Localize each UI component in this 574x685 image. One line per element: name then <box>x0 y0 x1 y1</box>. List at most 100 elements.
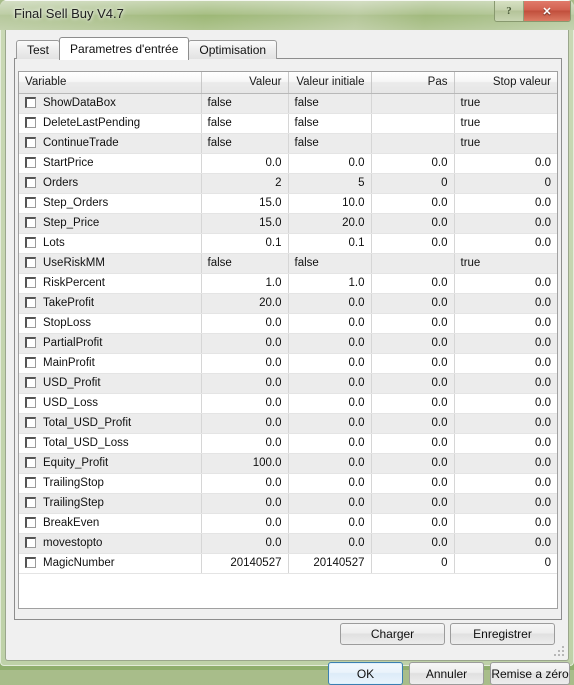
step-cell[interactable] <box>371 253 455 274</box>
value-cell[interactable]: 0.0 <box>201 153 289 174</box>
initial-value-cell[interactable]: 0.1 <box>288 233 372 254</box>
tab-optimisation[interactable]: Optimisation <box>188 40 278 59</box>
step-cell[interactable] <box>371 93 455 114</box>
initial-value-cell[interactable]: 0.0 <box>288 293 372 314</box>
optimize-checkbox[interactable] <box>25 376 36 388</box>
step-cell[interactable]: 0 <box>371 173 455 194</box>
value-cell[interactable]: 0.0 <box>201 513 289 534</box>
tab-parametres-d-entr-e[interactable]: Parametres d'entrée <box>59 37 190 60</box>
initial-value-cell[interactable]: 0.0 <box>288 353 372 374</box>
initial-value-cell[interactable]: 20.0 <box>288 213 372 234</box>
column-header-valeur[interactable]: Valeur <box>201 72 289 94</box>
reset-button[interactable]: Remise a zéro <box>490 662 570 685</box>
table-row[interactable]: RiskPercent 1.0 1.0 0.0 0.0 <box>19 273 557 294</box>
stop-value-cell[interactable]: 0.0 <box>454 153 557 174</box>
value-cell[interactable]: 1.0 <box>201 273 289 294</box>
value-cell[interactable]: 0.0 <box>201 313 289 334</box>
initial-value-cell[interactable]: 0.0 <box>288 453 372 474</box>
enregistrer-button[interactable]: Enregistrer <box>450 623 555 645</box>
value-cell[interactable]: 0.0 <box>201 473 289 494</box>
table-row[interactable]: MainProfit 0.0 0.0 0.0 0.0 <box>19 353 557 374</box>
initial-value-cell[interactable]: 0.0 <box>288 493 372 514</box>
table-row[interactable]: TrailingStop 0.0 0.0 0.0 0.0 <box>19 473 557 494</box>
optimize-checkbox[interactable] <box>25 176 36 188</box>
optimize-checkbox[interactable] <box>25 516 36 528</box>
initial-value-cell[interactable]: 0.0 <box>288 433 372 454</box>
table-row[interactable]: ContinueTrade false false true <box>19 133 557 154</box>
step-cell[interactable]: 0.0 <box>371 233 455 254</box>
optimize-checkbox[interactable] <box>25 556 36 568</box>
initial-value-cell[interactable]: 0.0 <box>288 413 372 434</box>
initial-value-cell[interactable]: 0.0 <box>288 393 372 414</box>
value-cell[interactable]: 0.1 <box>201 233 289 254</box>
help-icon[interactable]: ? <box>495 1 524 21</box>
value-cell[interactable]: 0.0 <box>201 533 289 554</box>
optimize-checkbox[interactable] <box>25 96 36 108</box>
stop-value-cell[interactable]: 0.0 <box>454 353 557 374</box>
optimize-checkbox[interactable] <box>25 236 36 248</box>
value-cell[interactable]: 15.0 <box>201 193 289 214</box>
value-cell[interactable]: 0.0 <box>201 333 289 354</box>
optimize-checkbox[interactable] <box>25 436 36 448</box>
initial-value-cell[interactable]: 20140527 <box>288 553 372 574</box>
value-cell[interactable]: 20.0 <box>201 293 289 314</box>
stop-value-cell[interactable]: 0.0 <box>454 213 557 234</box>
stop-value-cell[interactable]: 0.0 <box>454 493 557 514</box>
optimize-checkbox[interactable] <box>25 216 36 228</box>
optimize-checkbox[interactable] <box>25 196 36 208</box>
stop-value-cell[interactable]: 0.0 <box>454 293 557 314</box>
initial-value-cell[interactable]: false <box>288 113 372 134</box>
table-row[interactable]: TrailingStep 0.0 0.0 0.0 0.0 <box>19 493 557 514</box>
initial-value-cell[interactable]: false <box>288 133 372 154</box>
table-row[interactable]: PartialProfit 0.0 0.0 0.0 0.0 <box>19 333 557 354</box>
stop-value-cell[interactable]: true <box>454 133 557 154</box>
step-cell[interactable]: 0.0 <box>371 333 455 354</box>
stop-value-cell[interactable]: 0.0 <box>454 513 557 534</box>
value-cell[interactable]: 0.0 <box>201 433 289 454</box>
charger-button[interactable]: Charger <box>340 623 445 645</box>
initial-value-cell[interactable]: 0.0 <box>288 533 372 554</box>
table-row[interactable]: Step_Orders 15.0 10.0 0.0 0.0 <box>19 193 557 214</box>
stop-value-cell[interactable]: 0.0 <box>454 233 557 254</box>
stop-value-cell[interactable]: 0.0 <box>454 413 557 434</box>
table-row[interactable]: BreakEven 0.0 0.0 0.0 0.0 <box>19 513 557 534</box>
initial-value-cell[interactable]: 0.0 <box>288 513 372 534</box>
table-row[interactable]: ShowDataBox false false true <box>19 93 557 114</box>
value-cell[interactable]: 15.0 <box>201 213 289 234</box>
value-cell[interactable]: 2 <box>201 173 289 194</box>
table-row[interactable]: USD_Profit 0.0 0.0 0.0 0.0 <box>19 373 557 394</box>
resize-grip-icon[interactable] <box>553 646 565 658</box>
optimize-checkbox[interactable] <box>25 476 36 488</box>
table-row[interactable]: DeleteLastPending false false true <box>19 113 557 134</box>
optimize-checkbox[interactable] <box>25 116 36 128</box>
initial-value-cell[interactable]: 0.0 <box>288 373 372 394</box>
column-header-valeur-initiale[interactable]: Valeur initiale <box>288 72 372 94</box>
initial-value-cell[interactable]: false <box>288 253 372 274</box>
stop-value-cell[interactable]: 0.0 <box>454 393 557 414</box>
step-cell[interactable]: 0.0 <box>371 453 455 474</box>
table-row[interactable]: Step_Price 15.0 20.0 0.0 0.0 <box>19 213 557 234</box>
step-cell[interactable]: 0.0 <box>371 413 455 434</box>
stop-value-cell[interactable]: true <box>454 253 557 274</box>
close-icon[interactable]: ✕ <box>524 1 570 21</box>
stop-value-cell[interactable]: 0.0 <box>454 473 557 494</box>
value-cell[interactable]: 0.0 <box>201 393 289 414</box>
optimize-checkbox[interactable] <box>25 256 36 268</box>
step-cell[interactable]: 0.0 <box>371 273 455 294</box>
value-cell[interactable]: 0.0 <box>201 413 289 434</box>
value-cell[interactable]: 0.0 <box>201 353 289 374</box>
initial-value-cell[interactable]: 5 <box>288 173 372 194</box>
step-cell[interactable]: 0.0 <box>371 513 455 534</box>
value-cell[interactable]: 0.0 <box>201 373 289 394</box>
value-cell[interactable]: false <box>201 133 289 154</box>
table-row[interactable]: StartPrice 0.0 0.0 0.0 0.0 <box>19 153 557 174</box>
value-cell[interactable]: false <box>201 93 289 114</box>
table-row[interactable]: USD_Loss 0.0 0.0 0.0 0.0 <box>19 393 557 414</box>
step-cell[interactable]: 0.0 <box>371 313 455 334</box>
stop-value-cell[interactable]: 0 <box>454 173 557 194</box>
step-cell[interactable]: 0.0 <box>371 493 455 514</box>
table-row[interactable]: Orders 2 5 0 0 <box>19 173 557 194</box>
initial-value-cell[interactable]: 0.0 <box>288 313 372 334</box>
step-cell[interactable]: 0.0 <box>371 373 455 394</box>
optimize-checkbox[interactable] <box>25 316 36 328</box>
